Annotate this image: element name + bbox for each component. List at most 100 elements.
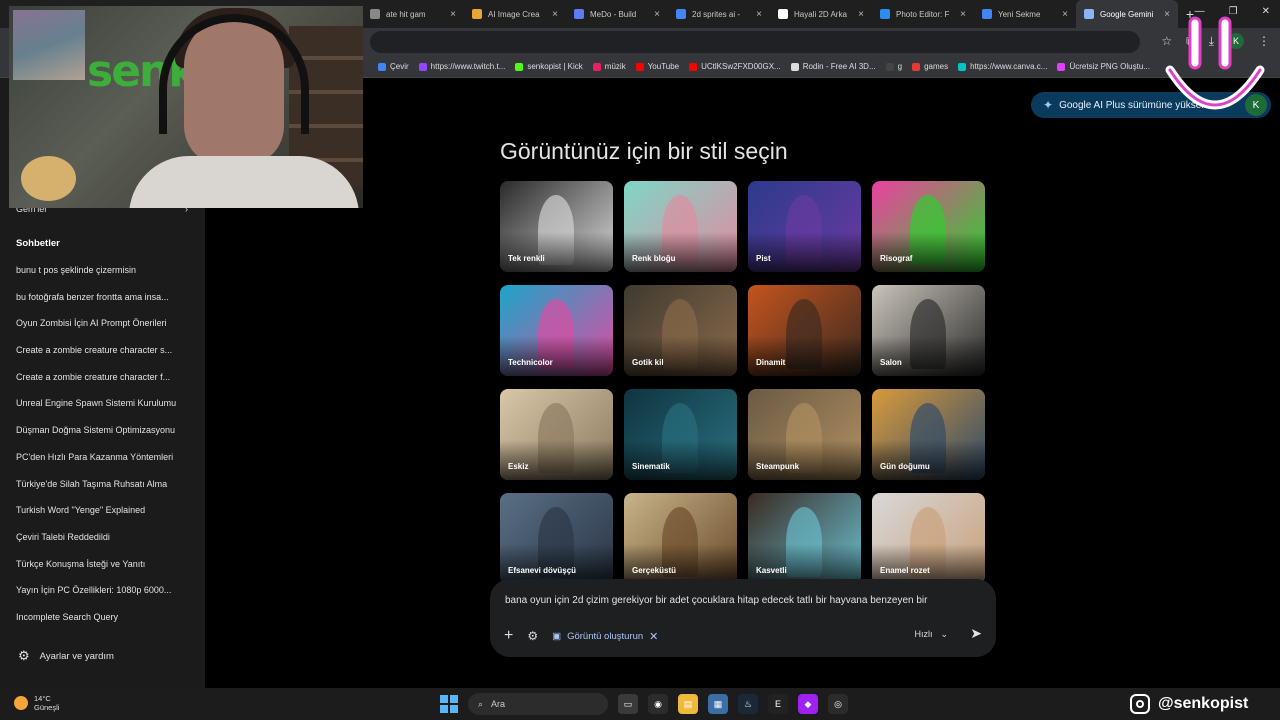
tab-favicon-icon: [880, 9, 890, 19]
bookmark-item[interactable]: https://www.canva.c...: [958, 62, 1047, 71]
style-card[interactable]: Pist: [748, 181, 861, 272]
bookmark-favicon-icon: [515, 62, 524, 71]
chat-list-item[interactable]: Çeviri Talebi Reddedildi: [16, 530, 196, 557]
tab-close-icon[interactable]: ×: [1062, 9, 1068, 20]
bookmark-item[interactable]: games: [912, 62, 948, 71]
gear-icon: ⚙: [18, 648, 30, 663]
task-view-icon[interactable]: ▭: [618, 694, 638, 714]
tab-title: Hayali 2D Arka: [794, 9, 847, 19]
bookmark-favicon-icon: [790, 62, 799, 71]
style-card-label: Tek renkli: [508, 254, 545, 263]
app-icon[interactable]: ◉: [648, 694, 668, 714]
style-card[interactable]: Kasvetli: [748, 493, 861, 584]
tab-close-icon[interactable]: ×: [654, 9, 660, 20]
send-button[interactable]: ➤: [970, 625, 982, 642]
bookmark-item[interactable]: g: [885, 62, 902, 71]
style-card[interactable]: Dinamit: [748, 285, 861, 376]
style-card-label: Renk bloğu: [632, 254, 676, 263]
epic-games-icon[interactable]: E: [768, 694, 788, 714]
bookmark-item[interactable]: https://www.twitch.t...: [418, 62, 505, 71]
browser-tab[interactable]: ate hit gam ×: [362, 0, 464, 28]
browser-tab[interactable]: 2d sprites ai - ×: [668, 0, 770, 28]
card-shade: [748, 232, 861, 272]
style-card[interactable]: Renk bloğu: [624, 181, 737, 272]
chat-list-item[interactable]: Create a zombie creature character f...: [16, 370, 196, 397]
style-card[interactable]: Efsanevi dövüşçü: [500, 493, 613, 584]
style-card[interactable]: Gün doğumu: [872, 389, 985, 480]
style-card[interactable]: Risograf: [872, 181, 985, 272]
steam-icon[interactable]: ♨: [738, 694, 758, 714]
search-icon: ⌕: [478, 698, 484, 709]
style-card[interactable]: Gerçeküstü: [624, 493, 737, 584]
tab-close-icon[interactable]: ×: [858, 9, 864, 20]
weather-widget[interactable]: 14°C Güneşli: [14, 694, 59, 712]
browser-tab[interactable]: Yeni Sekme ×: [974, 0, 1076, 28]
style-card-label: Eskiz: [508, 462, 529, 471]
add-attachment-button[interactable]: +: [504, 627, 513, 645]
smiley-logo-overlay: [1165, 16, 1265, 110]
browser-tab[interactable]: MeDo - Build ×: [566, 0, 668, 28]
style-grid: Tek renkli Renk bloğu Pist Risograf Technico…: [500, 181, 986, 584]
chip-label: Görüntü oluşturun: [567, 630, 644, 642]
style-card[interactable]: Enamel rozet: [872, 493, 985, 584]
chat-list-item[interactable]: Incomplete Search Query: [16, 610, 196, 637]
prompt-input[interactable]: bana oyun için 2d çizim gerekiyor bir ad…: [505, 595, 985, 606]
bookmark-item[interactable]: Ücretsiz PNG Oluştu...: [1057, 62, 1150, 71]
bookmark-item[interactable]: senkopist | Kick: [515, 62, 583, 71]
bookmark-item[interactable]: UCtlKSw2FXD00GX...: [689, 62, 781, 71]
logo-smile-inner: [1168, 68, 1262, 107]
bookmark-label: Çevir: [390, 62, 409, 71]
chat-list-item[interactable]: Yayın İçin PC Özellikleri: 1080p 6000...: [16, 583, 196, 610]
model-selector[interactable]: Hızlı ⌄: [914, 629, 948, 640]
style-card[interactable]: Salon: [872, 285, 985, 376]
settings-help-item[interactable]: ⚙ Ayarlar ve yardım: [18, 648, 114, 664]
logo-eye-right: [1218, 16, 1232, 70]
style-card[interactable]: Gotik kil: [624, 285, 737, 376]
tab-close-icon[interactable]: ×: [960, 9, 966, 20]
chip-close-icon[interactable]: ✕: [649, 630, 658, 643]
windows-start-icon[interactable]: [440, 695, 458, 713]
tab-close-icon[interactable]: ×: [552, 9, 558, 20]
logo-eye-left: [1188, 16, 1202, 70]
chat-list-item[interactable]: Oyun Zombisi İçin AI Prompt Önerileri: [16, 316, 196, 343]
style-card[interactable]: Technicolor: [500, 285, 613, 376]
tab-close-icon[interactable]: ×: [756, 9, 762, 20]
twitch-icon[interactable]: ◆: [798, 694, 818, 714]
bookmark-item[interactable]: Rodin - Free AI 3D...: [790, 62, 876, 71]
page-title: Görüntünüz için bir stil seçin: [500, 138, 788, 164]
tab-close-icon[interactable]: ×: [450, 9, 456, 20]
browser-tab[interactable]: Photo Editor: F ×: [872, 0, 974, 28]
bookmark-favicon-icon: [635, 62, 644, 71]
chat-list-item[interactable]: Türkiye'de Silah Taşıma Ruhsatı Alma: [16, 477, 196, 504]
style-card[interactable]: Sinematik: [624, 389, 737, 480]
chat-list-item[interactable]: PC'den Hızlı Para Kazanma Yöntemleri: [16, 450, 196, 477]
style-card[interactable]: Steampunk: [748, 389, 861, 480]
style-card[interactable]: Tek renkli: [500, 181, 613, 272]
bookmark-item[interactable]: müzik: [592, 62, 626, 71]
tab-title: AI Image Crea: [488, 9, 540, 19]
style-card[interactable]: Eskiz: [500, 389, 613, 480]
bookmark-item[interactable]: Çevir: [378, 62, 409, 71]
chat-list-item[interactable]: Düşman Doğma Sistemi Optimizasyonu: [16, 423, 196, 450]
image-icon: ▣: [552, 630, 562, 642]
chat-list-item[interactable]: bunu t pos şeklinde çizermisin: [16, 263, 196, 290]
chat-list-item[interactable]: Create a zombie creature character s...: [16, 343, 196, 370]
create-image-chip[interactable]: ▣ Görüntü oluşturun ✕: [552, 630, 658, 643]
chrome-icon[interactable]: ◎: [828, 694, 848, 714]
chat-list-item[interactable]: Türkçe Konuşma İsteği ve Yanıtı: [16, 557, 196, 584]
settings-label: Ayarlar ve yardım: [39, 650, 114, 662]
chat-list-item[interactable]: bu fotoğrafa benzer frontta ama insa...: [16, 290, 196, 317]
tools-icon[interactable]: ⚙: [527, 629, 538, 643]
store-icon[interactable]: ▦: [708, 694, 728, 714]
browser-tab[interactable]: Hayali 2D Arka ×: [770, 0, 872, 28]
browser-tab[interactable]: AI Image Crea ×: [464, 0, 566, 28]
taskbar-search[interactable]: ⌕ Ara: [468, 693, 608, 715]
card-shade: [624, 544, 737, 584]
chat-list-item[interactable]: Unreal Engine Spawn Sistemi Kurulumu: [16, 396, 196, 423]
tab-title: MeDo - Build: [590, 9, 637, 19]
chat-list-item[interactable]: Turkish Word "Yenge" Explained: [16, 503, 196, 530]
file-explorer-icon[interactable]: ▤: [678, 694, 698, 714]
address-bar[interactable]: [370, 31, 1140, 53]
card-shade: [500, 440, 613, 480]
bookmark-item[interactable]: YouTube: [635, 62, 679, 71]
